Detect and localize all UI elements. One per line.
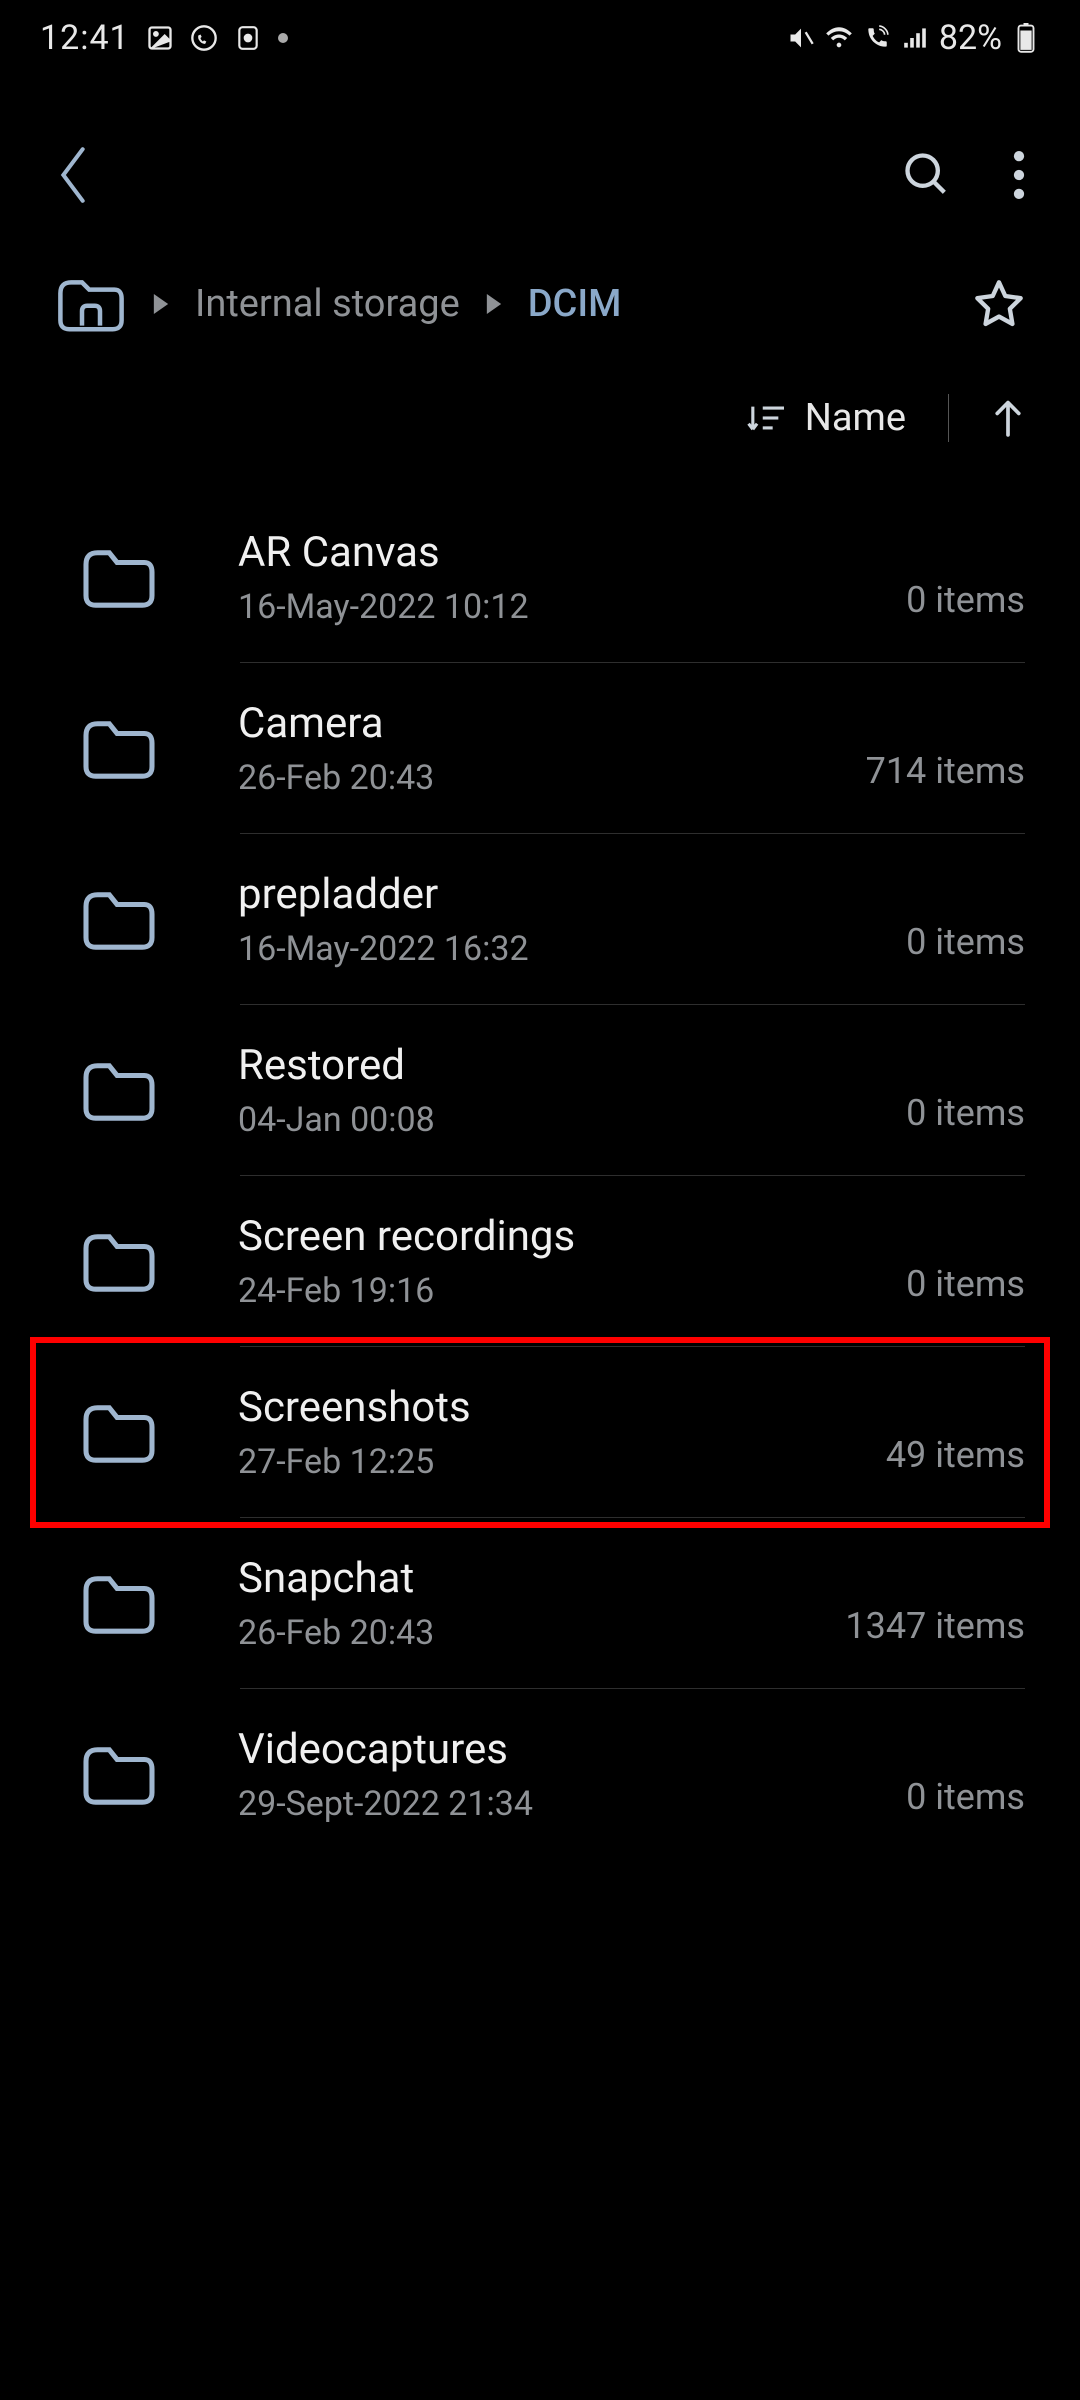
status-right: 82%	[787, 18, 1040, 58]
folder-date: 26-Feb 20:43	[238, 1613, 845, 1653]
app-icon	[234, 24, 262, 52]
folder-date: 24-Feb 19:16	[238, 1271, 906, 1311]
mute-icon	[787, 24, 815, 52]
more-options-button[interactable]	[1013, 151, 1025, 199]
breadcrumb-row: Internal storage DCIM	[0, 254, 1080, 364]
status-bar: 12:41 82%	[0, 0, 1080, 76]
folder-icon	[80, 1571, 158, 1637]
folder-item[interactable]: Restored 04-Jan 00:080 items	[0, 1005, 1080, 1176]
sort-row: Name	[0, 364, 1080, 482]
folder-item[interactable]: Camera 26-Feb 20:43714 items	[0, 663, 1080, 834]
sort-direction-button[interactable]	[991, 398, 1025, 438]
folder-name: Camera	[238, 699, 866, 748]
folder-name: Restored	[238, 1041, 906, 1090]
chevron-right-icon	[153, 294, 169, 314]
folder-item[interactable]: Screenshots 27-Feb 12:2549 items	[0, 1347, 1080, 1518]
folder-date: 29-Sept-2022 21:34	[238, 1784, 906, 1824]
folder-item[interactable]: AR Canvas 16-May-2022 10:120 items	[0, 492, 1080, 663]
folder-name: Screen recordings	[238, 1212, 906, 1261]
battery-percent: 82%	[939, 18, 1002, 58]
folder-count: 0 items	[906, 579, 1025, 627]
divider	[948, 394, 949, 442]
signal-icon	[901, 24, 929, 52]
sort-button[interactable]: Name	[805, 396, 906, 440]
folder-icon	[80, 1229, 158, 1295]
folder-name: prepladder	[238, 870, 906, 919]
folder-count: 49 items	[886, 1434, 1025, 1482]
breadcrumb-home-button[interactable]	[55, 274, 127, 334]
app-header	[0, 76, 1080, 254]
folder-item[interactable]: prepladder 16-May-2022 16:320 items	[0, 834, 1080, 1005]
battery-icon	[1012, 24, 1040, 52]
chevron-right-icon	[486, 294, 502, 314]
breadcrumb: Internal storage DCIM	[55, 274, 621, 334]
folder-info: Screen recordings 24-Feb 19:16	[238, 1212, 906, 1311]
picture-icon	[146, 24, 174, 52]
folder-list: AR Canvas16-May-2022 10:120 itemsCamera2…	[0, 482, 1080, 1860]
folder-info: Restored 04-Jan 00:08	[238, 1041, 906, 1140]
folder-count: 0 items	[906, 1092, 1025, 1140]
folder-icon	[80, 545, 158, 611]
folder-date: 16-May-2022 16:32	[238, 929, 906, 969]
folder-count: 0 items	[906, 1263, 1025, 1311]
folder-icon	[80, 887, 158, 953]
status-left: 12:41	[40, 18, 288, 58]
folder-info: AR Canvas 16-May-2022 10:12	[238, 528, 906, 627]
folder-date: 16-May-2022 10:12	[238, 587, 906, 627]
folder-info: Camera 26-Feb 20:43	[238, 699, 866, 798]
folder-date: 26-Feb 20:43	[238, 758, 866, 798]
folder-name: Screenshots	[238, 1383, 886, 1432]
folder-item[interactable]: Snapchat 26-Feb 20:431347 items	[0, 1518, 1080, 1689]
folder-date: 04-Jan 00:08	[238, 1100, 906, 1140]
sort-icon	[747, 401, 787, 435]
favorite-button[interactable]	[973, 278, 1025, 330]
folder-info: Videocaptures 29-Sept-2022 21:34	[238, 1725, 906, 1824]
breadcrumb-current[interactable]: DCIM	[528, 282, 622, 326]
status-time: 12:41	[40, 18, 130, 58]
folder-info: prepladder 16-May-2022 16:32	[238, 870, 906, 969]
folder-item[interactable]: Screen recordings 24-Feb 19:160 items	[0, 1176, 1080, 1347]
whatsapp-icon	[190, 24, 218, 52]
folder-icon	[80, 716, 158, 782]
folder-count: 0 items	[906, 1776, 1025, 1824]
folder-icon	[80, 1742, 158, 1808]
folder-name: AR Canvas	[238, 528, 906, 577]
folder-count: 714 items	[866, 750, 1025, 798]
wifi-calling-icon	[863, 24, 891, 52]
folder-icon	[80, 1400, 158, 1466]
folder-count: 0 items	[906, 921, 1025, 969]
notification-dot-icon	[278, 33, 288, 43]
search-button[interactable]	[901, 149, 953, 201]
folder-info: Screenshots 27-Feb 12:25	[238, 1383, 886, 1482]
folder-item[interactable]: Videocaptures 29-Sept-2022 21:340 items	[0, 1689, 1080, 1860]
folder-name: Snapchat	[238, 1554, 845, 1603]
breadcrumb-internal-storage[interactable]: Internal storage	[195, 282, 460, 326]
folder-icon	[80, 1058, 158, 1124]
folder-name: Videocaptures	[238, 1725, 906, 1774]
folder-info: Snapchat 26-Feb 20:43	[238, 1554, 845, 1653]
wifi-icon	[825, 24, 853, 52]
folder-date: 27-Feb 12:25	[238, 1442, 886, 1482]
back-button[interactable]	[55, 146, 91, 204]
folder-count: 1347 items	[845, 1605, 1025, 1653]
